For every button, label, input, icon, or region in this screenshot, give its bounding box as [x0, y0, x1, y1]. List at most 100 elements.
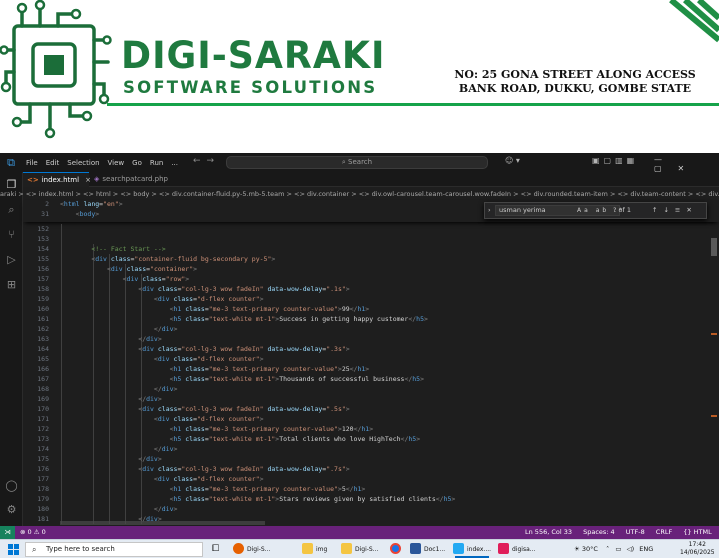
taskbar-app-vscode[interactable]: index.... [453, 542, 492, 558]
code-line[interactable]: 175 </div> [23, 454, 719, 464]
toggle-replace-icon[interactable]: › [488, 203, 491, 218]
code-line[interactable]: 168 </div> [23, 384, 719, 394]
tab-searchpatcard-php[interactable]: ◈ searchpatcard.php [90, 172, 182, 187]
encoding[interactable]: UTF-8 [626, 528, 645, 536]
code-line[interactable]: 152 [23, 224, 719, 234]
code-line[interactable]: 156 <div class="container"> [23, 264, 719, 274]
editor-tabs: <> index.html × ◈ searchpatcard.php [23, 172, 719, 187]
line-number: 162 [37, 325, 49, 333]
menu-selection[interactable]: Selection [63, 159, 103, 167]
code-line[interactable]: 172 <h1 class="me-3 text-primary counter… [23, 424, 719, 434]
code-line[interactable]: 167 <h5 class="text-white mt-1">Thousand… [23, 374, 719, 384]
tray-chevron-icon[interactable]: ˄ [606, 545, 609, 553]
taskbar-app-chrome[interactable] [390, 542, 404, 557]
code-text: <div class="d-flex counter"> [153, 475, 264, 483]
network-icon[interactable]: ▭ [615, 545, 621, 553]
account-icon[interactable]: ◯ [4, 478, 19, 493]
menu-file[interactable]: File [22, 159, 42, 167]
code-line[interactable]: 177 <div class="d-flex counter"> [23, 474, 719, 484]
taskbar-search-input[interactable]: ⌕ Type here to search [25, 542, 203, 557]
taskbar-app-label: digisa... [512, 546, 536, 553]
language-mode[interactable]: {} HTML [683, 528, 711, 536]
settings-gear-icon[interactable]: ⚙ [4, 502, 19, 517]
code-line[interactable]: 170 <div class="col-lg-3 wow fadeIn" dat… [23, 404, 719, 414]
code-line[interactable]: 155 <div class="container-fluid bg-secon… [23, 254, 719, 264]
code-line[interactable]: 153 [23, 234, 719, 244]
code-line[interactable]: 166 <h1 class="me-3 text-primary counter… [23, 364, 719, 374]
keyboard-lang[interactable]: ENG [639, 545, 653, 553]
code-line[interactable]: 179 <h5 class="text-white mt-1">Stars re… [23, 494, 719, 504]
find-widget: › usman yerima Aa ab .* ? of 1 ↑↓≡✕ [484, 202, 707, 219]
extensions-icon[interactable]: ⊞ [4, 277, 19, 292]
vertical-scrollbar[interactable] [711, 238, 717, 256]
menu-view[interactable]: View [104, 159, 129, 167]
search-view-icon[interactable]: ⌕ [4, 202, 19, 217]
line-number: 181 [37, 515, 49, 523]
taskbar-app-other[interactable]: digisa... [498, 542, 535, 557]
code-text: <h5 class="text-white mt-1">Thousands of… [169, 375, 425, 383]
problems-indicator[interactable]: ⊗ 0 ⚠ 0 [20, 526, 46, 539]
breadcrumb[interactable]: araki > <> index.html > <> html > <> bod… [0, 188, 719, 200]
line-number: 157 [37, 275, 49, 283]
code-line[interactable]: 160 <h1 class="me-3 text-primary counter… [23, 304, 719, 314]
copilot-icon[interactable]: ☺ ▾ [505, 156, 520, 165]
line-number: 153 [37, 235, 49, 243]
code-line[interactable]: 157 <div class="row"> [23, 274, 719, 284]
sticky-code-line: <html lang="en"> [60, 200, 123, 208]
line-number: 166 [37, 365, 49, 373]
taskbar-app-word[interactable]: Doc1... [410, 542, 445, 557]
end-of-line[interactable]: CRLF [656, 528, 672, 536]
status-right: Ln 556, Col 33 Spaces: 4 UTF-8 CRLF {} H… [525, 526, 719, 539]
volume-icon[interactable]: ◁) [627, 545, 635, 553]
clock[interactable]: 17:42 14/06/2025 [680, 541, 715, 557]
code-text: <div class="row"> [122, 275, 190, 283]
find-nav-buttons[interactable]: ↑↓≡✕ [652, 203, 698, 218]
code-line[interactable]: 178 <h1 class="me-3 text-primary counter… [23, 484, 719, 494]
taskbar-app-folder-digi[interactable]: Digi-S... [341, 542, 378, 557]
code-text: </div> [138, 395, 162, 403]
code-line[interactable]: 169 </div> [23, 394, 719, 404]
code-text: <h1 class="me-3 text-primary counter-val… [169, 365, 370, 373]
taskbar-app-folder-img[interactable]: img [302, 542, 327, 557]
code-line[interactable]: 162 </div> [23, 324, 719, 334]
taskbar-app-label: img [316, 546, 328, 553]
horizontal-scrollbar[interactable] [60, 521, 265, 525]
code-line[interactable]: 174 </div> [23, 444, 719, 454]
code-line[interactable]: 159 <div class="d-flex counter"> [23, 294, 719, 304]
code-text: </div> [138, 335, 162, 343]
nav-arrows[interactable]: ←→ [193, 156, 220, 166]
code-line[interactable]: 163 </div> [23, 334, 719, 344]
layout-toggle-icons[interactable]: ▣▢▥▦ [592, 156, 638, 165]
weather-icon[interactable]: ☀ [574, 545, 580, 553]
tab-index-html[interactable]: <> index.html × [23, 172, 91, 187]
task-view-icon[interactable]: ⧠ [212, 542, 219, 557]
code-line[interactable]: 158 <div class="col-lg-3 wow fadeIn" dat… [23, 284, 719, 294]
code-line[interactable]: 164 <div class="col-lg-3 wow fadeIn" dat… [23, 344, 719, 354]
run-debug-icon[interactable]: ▷ [4, 252, 19, 267]
remote-indicator-icon[interactable]: ⋊ [0, 526, 15, 539]
indentation[interactable]: Spaces: 4 [583, 528, 615, 536]
line-number: 2 [45, 200, 49, 208]
windows-start-icon[interactable] [8, 544, 19, 555]
command-center-search[interactable]: ⌕ Search [226, 156, 488, 169]
code-line[interactable]: 154 <!-- Fact Start --> [23, 244, 719, 254]
code-line[interactable]: 165 <div class="d-flex counter"> [23, 354, 719, 364]
weather-temp[interactable]: 30°C [582, 545, 598, 553]
menu-go[interactable]: Go [128, 159, 146, 167]
window-controls[interactable]: —▢✕ [654, 155, 719, 173]
code-editor[interactable]: 152 153 154 <!-- Fact Start --> 155 <div cl… [23, 224, 719, 526]
menu-edit[interactable]: Edit [42, 159, 64, 167]
menu-more[interactable]: ... [167, 159, 182, 167]
taskbar-app-label: index.... [467, 546, 492, 553]
tab-label: searchpatcard.php [102, 175, 169, 183]
menu-run[interactable]: Run [146, 159, 167, 167]
code-line[interactable]: 173 <h5 class="text-white mt-1">Total cl… [23, 434, 719, 444]
code-text: </div> [138, 455, 162, 463]
code-line[interactable]: 180 </div> [23, 504, 719, 514]
code-line[interactable]: 161 <h5 class="text-white mt-1">Success … [23, 314, 719, 324]
code-line[interactable]: 171 <div class="d-flex counter"> [23, 414, 719, 424]
taskbar-app-firefox[interactable]: Digi-S... [233, 542, 270, 557]
cursor-position[interactable]: Ln 556, Col 33 [525, 528, 572, 536]
code-line[interactable]: 176 <div class="col-lg-3 wow fadeIn" dat… [23, 464, 719, 474]
source-control-icon[interactable]: ⑂ [4, 227, 19, 242]
